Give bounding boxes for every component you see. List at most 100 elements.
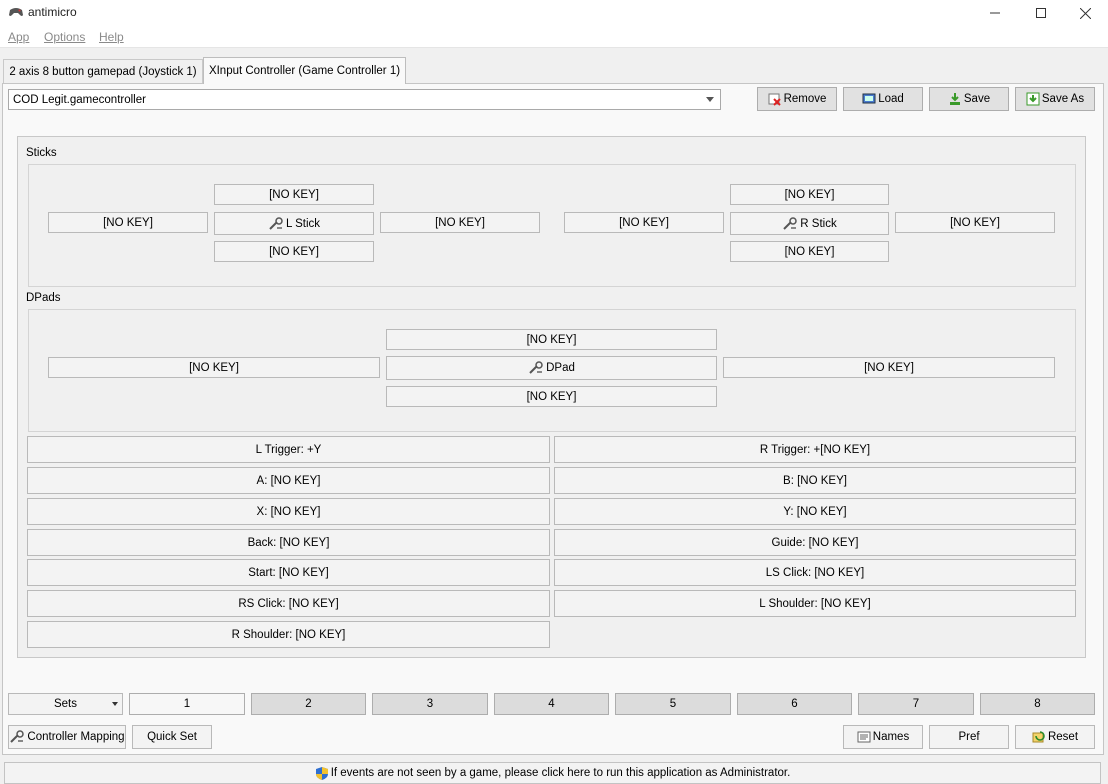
l-shoulder-label: L Shoulder: [NO KEY] xyxy=(759,597,871,610)
ls-click-label: LS Click: [NO KEY] xyxy=(765,566,865,579)
set-label: 4 xyxy=(548,698,555,710)
x-button[interactable]: X: [NO KEY] xyxy=(27,498,550,525)
guide-button[interactable]: Guide: [NO KEY] xyxy=(554,529,1076,556)
dpad-right-button[interactable]: [NO KEY] xyxy=(723,357,1055,378)
menu-app[interactable]: App xyxy=(8,30,29,44)
set-label: 3 xyxy=(426,698,434,710)
l-shoulder-button[interactable]: L Shoulder: [NO KEY] xyxy=(554,590,1076,617)
back-button[interactable]: Back: [NO KEY] xyxy=(27,529,550,556)
save-icon xyxy=(949,93,960,105)
tab-game-controller-1[interactable]: XInput Controller (Game Controller 1) xyxy=(203,57,406,84)
set-label: 1 xyxy=(183,698,191,710)
rs-click-button[interactable]: RS Click: [NO KEY] xyxy=(27,590,550,617)
start-button[interactable]: Start: [NO KEY] xyxy=(27,559,550,586)
set-label: 6 xyxy=(791,698,798,710)
a-button[interactable]: A: [NO KEY] xyxy=(27,467,550,494)
run-as-admin-button[interactable]: If events are not seen by a game, please… xyxy=(4,762,1101,784)
set-5-button[interactable]: 5 xyxy=(615,693,731,715)
y-button-label: Y: [NO KEY] xyxy=(783,505,847,518)
quick-set-button[interactable]: Quick Set xyxy=(132,725,212,749)
set-8-button[interactable]: 8 xyxy=(980,693,1095,715)
set-label: 8 xyxy=(1034,698,1041,710)
l-stick-left-button[interactable]: [NO KEY] xyxy=(48,212,208,233)
menu-options[interactable]: Options xyxy=(44,30,85,44)
set-label: 7 xyxy=(912,698,920,710)
l-stick-right-button[interactable]: [NO KEY] xyxy=(380,212,540,233)
close-button[interactable] xyxy=(1062,0,1108,26)
remove-button-label: Remove xyxy=(783,93,827,105)
reset-icon xyxy=(1032,731,1045,743)
sets-dropdown-label: Sets xyxy=(53,698,77,710)
r-stick-up-button[interactable]: [NO KEY] xyxy=(730,184,889,205)
controller-mapping-label: Controller Mapping xyxy=(27,731,125,743)
menu-help[interactable]: Help xyxy=(99,30,124,44)
b-button[interactable]: B: [NO KEY] xyxy=(554,467,1076,494)
set-4-button[interactable]: 4 xyxy=(494,693,609,715)
x-button-label: X: [NO KEY] xyxy=(256,505,321,518)
dpad-up-button[interactable]: [NO KEY] xyxy=(386,329,717,350)
pref-button[interactable]: Pref xyxy=(929,725,1009,749)
quick-set-label: Quick Set xyxy=(147,731,197,743)
close-icon xyxy=(1079,7,1091,19)
tab-joystick-1[interactable]: 2 axis 8 button gamepad (Joystick 1) xyxy=(3,59,203,83)
maximize-icon xyxy=(1036,8,1046,18)
set-6-button[interactable]: 6 xyxy=(737,693,852,715)
r-stick-up-label: [NO KEY] xyxy=(784,188,835,201)
r-trigger-button[interactable]: R Trigger: +[NO KEY] xyxy=(554,436,1076,463)
ls-click-button[interactable]: LS Click: [NO KEY] xyxy=(554,559,1076,586)
save-button-label: Save xyxy=(963,93,991,105)
set-1-button[interactable]: 1 xyxy=(129,693,245,715)
reset-button[interactable]: Reset xyxy=(1015,725,1095,749)
menu-bar: App Options Help xyxy=(0,26,1108,48)
guide-button-label: Guide: [NO KEY] xyxy=(771,536,859,549)
set-7-button[interactable]: 7 xyxy=(858,693,974,715)
rs-click-label: RS Click: [NO KEY] xyxy=(238,597,339,610)
dpad-up-label: [NO KEY] xyxy=(526,333,577,346)
names-icon xyxy=(857,731,871,743)
l-stick-down-button[interactable]: [NO KEY] xyxy=(214,241,374,262)
remove-button[interactable]: Remove xyxy=(757,87,837,111)
y-button[interactable]: Y: [NO KEY] xyxy=(554,498,1076,525)
save-as-button[interactable]: Save As xyxy=(1015,87,1095,111)
names-button[interactable]: Names xyxy=(843,725,923,749)
remove-icon xyxy=(768,93,781,106)
back-button-label: Back: [NO KEY] xyxy=(247,536,330,549)
dpad-down-button[interactable]: [NO KEY] xyxy=(386,386,717,407)
wrench-icon xyxy=(269,216,283,230)
load-button[interactable]: Load xyxy=(843,87,923,111)
sets-dropdown[interactable]: Sets xyxy=(8,693,123,715)
save-as-button-label: Save As xyxy=(1041,93,1085,105)
set-label: 5 xyxy=(669,698,677,710)
set-2-button[interactable]: 2 xyxy=(251,693,366,715)
l-stick-up-label: [NO KEY] xyxy=(269,188,319,201)
l-stick-button[interactable]: L Stick xyxy=(214,212,374,235)
admin-message: If events are not seen by a game, please… xyxy=(330,767,791,779)
wrench-icon xyxy=(529,361,543,374)
a-button-label: A: [NO KEY] xyxy=(256,474,321,487)
window-title: antimicro xyxy=(28,5,77,19)
l-trigger-button[interactable]: L Trigger: +Y xyxy=(27,436,550,463)
r-stick-button[interactable]: R Stick xyxy=(730,212,889,235)
minimize-button[interactable] xyxy=(972,0,1018,26)
r-stick-down-button[interactable]: [NO KEY] xyxy=(730,241,889,262)
r-stick-label: R Stick xyxy=(800,217,837,230)
dpads-label: DPads xyxy=(26,292,61,304)
dpad-button[interactable]: DPad xyxy=(386,356,717,380)
l-stick-up-button[interactable]: [NO KEY] xyxy=(214,184,374,205)
r-shoulder-button[interactable]: R Shoulder: [NO KEY] xyxy=(27,621,550,648)
r-stick-right-button[interactable]: [NO KEY] xyxy=(895,212,1055,233)
dpad-left-button[interactable]: [NO KEY] xyxy=(48,357,380,378)
sticks-label: Sticks xyxy=(26,147,57,159)
dpad-down-label: [NO KEY] xyxy=(526,390,577,403)
controller-mapping-button[interactable]: Controller Mapping xyxy=(8,725,126,749)
maximize-button[interactable] xyxy=(1018,0,1064,26)
r-stick-left-button[interactable]: [NO KEY] xyxy=(564,212,724,233)
save-button[interactable]: Save xyxy=(929,87,1009,111)
tab-label: 2 axis 8 button gamepad (Joystick 1) xyxy=(9,65,197,78)
profile-select[interactable]: COD Legit.gamecontroller xyxy=(8,89,721,110)
load-icon xyxy=(862,93,876,104)
set-3-button[interactable]: 3 xyxy=(372,693,488,715)
wrench-icon xyxy=(10,730,25,743)
r-stick-left-label: [NO KEY] xyxy=(619,216,669,229)
l-stick-label: L Stick xyxy=(285,217,321,230)
